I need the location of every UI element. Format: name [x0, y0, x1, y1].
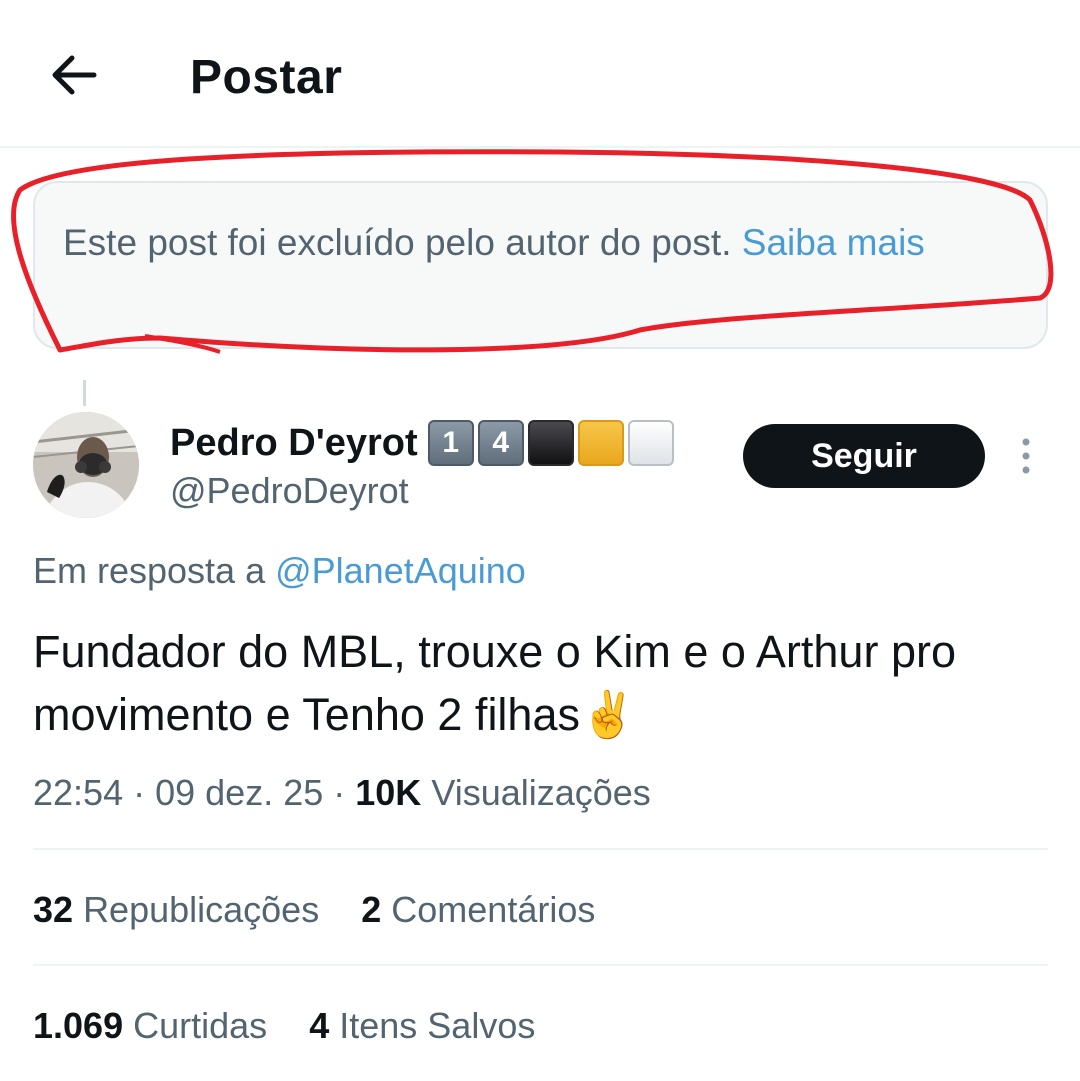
- divider: [33, 848, 1048, 850]
- arrow-left-icon: [52, 55, 97, 95]
- reposts-label: Republicações: [83, 889, 320, 930]
- thread-connector: [83, 380, 86, 406]
- post-time[interactable]: 22:54: [33, 772, 123, 813]
- reposts-count: 32: [33, 889, 74, 930]
- divider: [33, 964, 1048, 966]
- deleted-notice-text: Este post foi excluído pelo autor do pos…: [63, 222, 742, 263]
- profile-photo: [33, 412, 139, 518]
- comments-label: Comentários: [391, 889, 596, 930]
- back-button[interactable]: [44, 44, 106, 106]
- saves-count: 4: [309, 1005, 330, 1046]
- likes-count: 1.069: [33, 1005, 124, 1046]
- reposts-stat[interactable]: 32 Republicações: [33, 889, 319, 930]
- reply-prefix: Em resposta a: [33, 550, 276, 591]
- page-title: Postar: [190, 51, 343, 104]
- deleted-post-notice: Este post foi excluído pelo autor do pos…: [33, 181, 1048, 349]
- author-name-row: Pedro D'eyrot 1 4: [170, 415, 674, 471]
- emoji-badges: 1 4: [427, 420, 674, 466]
- black-square-emoji: [527, 420, 574, 466]
- likes-stat[interactable]: 1.069 Curtidas: [33, 1005, 267, 1046]
- comments-stat[interactable]: 2 Comentários: [361, 889, 595, 930]
- views-count: 10K: [355, 772, 422, 813]
- more-options-button[interactable]: [1012, 436, 1040, 476]
- keycap-4-emoji: 4: [477, 420, 524, 466]
- post-date[interactable]: 09 dez. 25: [155, 772, 323, 813]
- follow-button[interactable]: Seguir: [743, 424, 985, 488]
- avatar[interactable]: [33, 412, 139, 518]
- top-bar: Postar: [0, 0, 1080, 148]
- views-label: Visualizações: [431, 772, 651, 813]
- saves-stat[interactable]: 4 Itens Salvos: [309, 1005, 535, 1046]
- likes-label: Curtidas: [133, 1005, 268, 1046]
- learn-more-link[interactable]: Saiba mais: [742, 222, 925, 263]
- reply-context: Em resposta a @PlanetAquino: [33, 546, 526, 596]
- author-handle[interactable]: @PedroDeyrot: [170, 468, 409, 514]
- reply-handle-link[interactable]: @PlanetAquino: [275, 550, 526, 591]
- engagement-row-2: 1.069 Curtidas 4 Itens Salvos: [33, 1001, 567, 1051]
- yellow-square-emoji: [577, 420, 624, 466]
- post-meta: 22:54 · 09 dez. 25 · 10K Visualizações: [33, 772, 651, 813]
- white-square-emoji: [627, 420, 674, 466]
- engagement-row-1: 32 Republicações 2 Comentários: [33, 885, 627, 935]
- keycap-1-emoji: 1: [427, 420, 474, 466]
- post-text: Fundador do MBL, trouxe o Kim e o Arthur…: [33, 626, 956, 740]
- more-vertical-icon: [1022, 438, 1030, 474]
- comments-count: 2: [361, 889, 382, 930]
- author-name[interactable]: Pedro D'eyrot: [170, 417, 418, 469]
- saves-label: Itens Salvos: [339, 1005, 536, 1046]
